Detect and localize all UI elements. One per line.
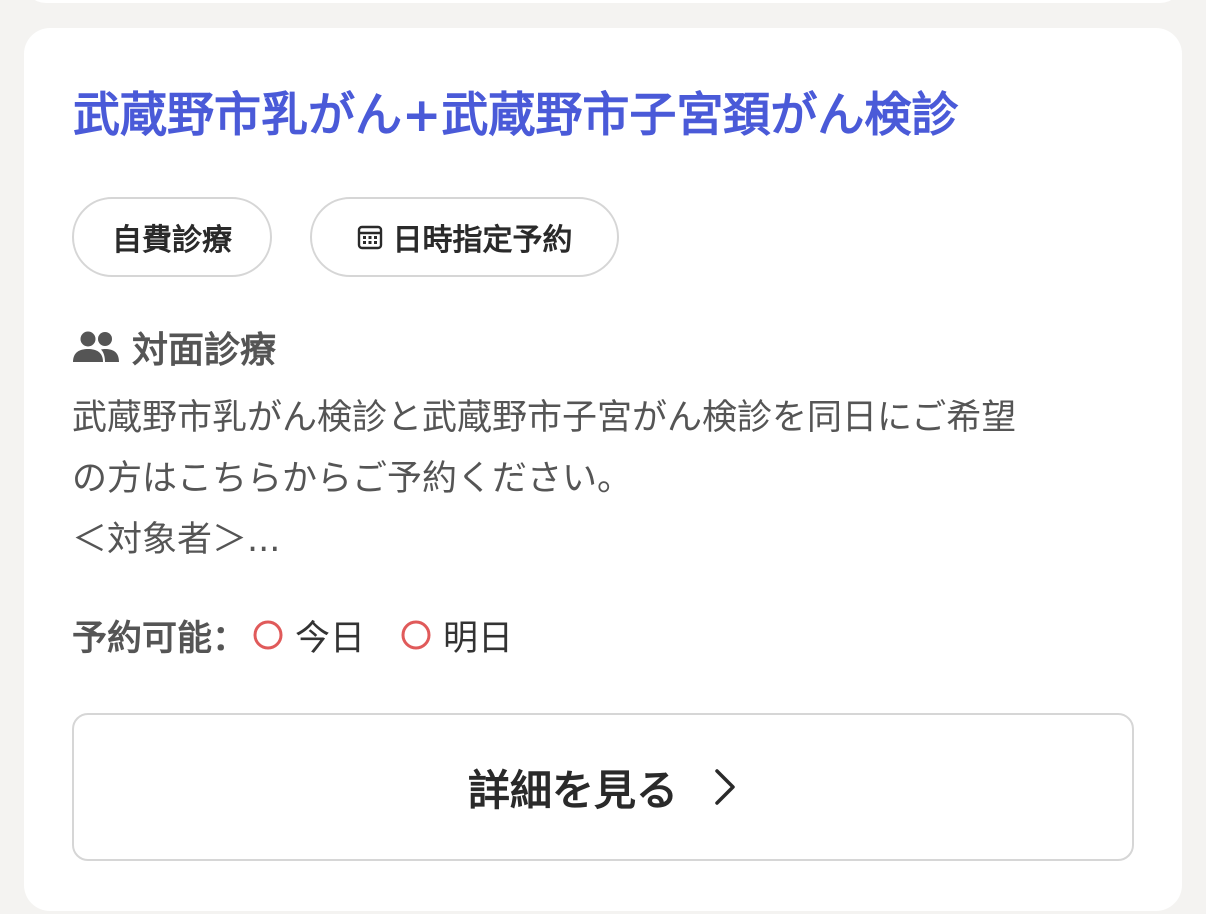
- tag-self-pay: 自費診療: [72, 197, 272, 277]
- tag-label: 自費診療: [112, 223, 232, 258]
- tag-list: 自費診療 日時指定予約: [72, 197, 619, 277]
- description-line: 武蔵野市乳がん検診と武蔵野市子宮がん検診を同日にご希望: [72, 398, 1017, 438]
- service-title[interactable]: 武蔵野市乳がん+武蔵野市子宮頚がん検診: [73, 84, 958, 148]
- availability-label: 予約可能：: [72, 618, 248, 659]
- service-description: 武蔵野市乳がん検診と武蔵野市子宮がん検診を同日にご希望 の方はこちらからご予約く…: [72, 388, 1152, 571]
- circle-icon: [401, 620, 431, 650]
- consultation-label: 対面診療: [132, 330, 277, 371]
- view-details-button[interactable]: 詳細を見る: [72, 713, 1134, 861]
- tag-scheduled-reservation: 日時指定予約: [310, 197, 619, 277]
- description-line: の方はこちらからご予約ください。: [72, 459, 633, 499]
- circle-icon: [253, 620, 283, 650]
- people-icon: [73, 331, 119, 362]
- calendar-icon: [357, 225, 382, 250]
- view-details-label: 詳細を見る: [467, 765, 678, 815]
- tag-label: 日時指定予約: [392, 223, 573, 258]
- availability-row: 予約可能： 今日 明日: [72, 608, 543, 662]
- previous-card-bottom: [24, 0, 1182, 3]
- service-card: 武蔵野市乳がん+武蔵野市子宮頚がん検診 自費診療 日時指定予約 対面診療 武蔵野…: [24, 28, 1182, 911]
- consultation-type: 対面診療: [72, 321, 276, 373]
- chevron-right-icon: [715, 769, 735, 805]
- availability-today: 今日: [295, 618, 366, 659]
- availability-tomorrow: 明日: [443, 618, 514, 659]
- description-line: ＜対象者＞...: [72, 520, 281, 560]
